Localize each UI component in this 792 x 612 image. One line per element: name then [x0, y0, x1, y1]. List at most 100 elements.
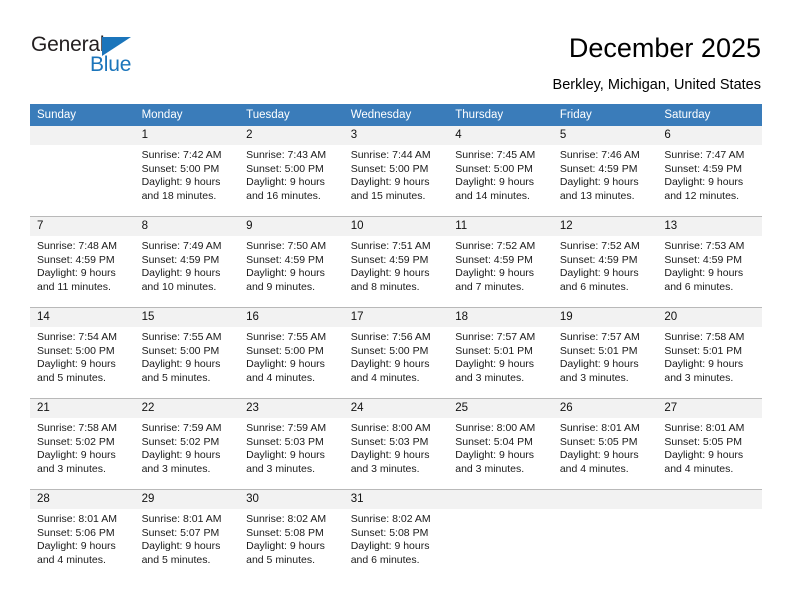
- sunset-text: Sunset: 4:59 PM: [350, 253, 429, 266]
- daylight-text-line2: and 3 minutes.: [350, 462, 420, 475]
- calendar-day-cell[interactable]: 28 Sunrise: 8:01 AM Sunset: 5:06 PM Dayligh…: [30, 490, 135, 580]
- calendar-day-cell[interactable]: 1 Sunrise: 7:42 AM Sunset: 5:00 PM Daylight…: [134, 126, 240, 217]
- sunrise-text: Sunrise: 8:00 AM: [455, 422, 536, 434]
- day-details: Sunrise: 8:01 AM Sunset: 5:06 PM Daylight:…: [30, 509, 135, 567]
- calendar-day-cell[interactable]: 13 Sunrise: 7:53 AM Sunset: 4:59 PM Dayligh…: [657, 217, 762, 308]
- day-number: 24: [343, 399, 449, 418]
- sunrise-text: Sunrise: 7:56 AM: [350, 331, 431, 343]
- sunrise-text: Sunrise: 7:48 AM: [37, 240, 117, 252]
- day-number: 4: [448, 126, 553, 145]
- calendar-day-cell[interactable]: 27 Sunrise: 8:01 AM Sunset: 5:05 PM Dayligh…: [657, 399, 762, 490]
- calendar-day-cell[interactable]: 10 Sunrise: 7:51 AM Sunset: 4:59 PM Dayligh…: [343, 217, 449, 308]
- sunset-text: Sunset: 5:08 PM: [350, 526, 429, 539]
- daylight-text-line1: Daylight: 9 hours: [559, 358, 639, 371]
- daylight-text-line1: Daylight: 9 hours: [141, 176, 221, 189]
- calendar-day-cell[interactable]: 29 Sunrise: 8:01 AM Sunset: 5:07 PM Dayligh…: [134, 490, 240, 580]
- sunset-text: Sunset: 5:00 PM: [141, 344, 220, 357]
- daylight-text-line1: Daylight: 9 hours: [141, 267, 221, 280]
- calendar-day-cell[interactable]: 4 Sunrise: 7:45 AM Sunset: 5:00 PM Daylight…: [448, 126, 553, 217]
- day-number: 18: [448, 308, 553, 327]
- day-number: 7: [30, 217, 135, 236]
- day-details: Sunrise: 7:48 AM Sunset: 4:59 PM Daylight:…: [30, 236, 135, 294]
- daylight-text-line2: and 3 minutes.: [559, 371, 629, 384]
- day-details: Sunrise: 7:50 AM Sunset: 4:59 PM Daylight:…: [239, 236, 344, 294]
- calendar-day-cell[interactable]: 17 Sunrise: 7:56 AM Sunset: 5:00 PM Dayligh…: [343, 308, 449, 399]
- daylight-text-line1: Daylight: 9 hours: [350, 267, 430, 280]
- calendar-day-cell[interactable]: 31 Sunrise: 8:02 AM Sunset: 5:08 PM Dayligh…: [343, 490, 449, 580]
- calendar-day-cell[interactable]: 16 Sunrise: 7:55 AM Sunset: 5:00 PM Dayligh…: [239, 308, 344, 399]
- calendar-day-cell[interactable]: 30 Sunrise: 8:02 AM Sunset: 5:08 PM Dayligh…: [239, 490, 344, 580]
- calendar-day-cell[interactable]: 14 Sunrise: 7:54 AM Sunset: 5:00 PM Dayligh…: [30, 308, 135, 399]
- daylight-text-line1: Daylight: 9 hours: [455, 176, 535, 189]
- calendar-day-cell[interactable]: 18 Sunrise: 7:57 AM Sunset: 5:01 PM Dayligh…: [448, 308, 553, 399]
- calendar-day-cell[interactable]: 6 Sunrise: 7:47 AM Sunset: 4:59 PM Daylight…: [657, 126, 762, 217]
- day-number: 13: [657, 217, 762, 236]
- sunset-text: Sunset: 5:07 PM: [141, 526, 220, 539]
- day-details: Sunrise: 8:02 AM Sunset: 5:08 PM Daylight:…: [344, 509, 449, 567]
- calendar-day-cell[interactable]: 24 Sunrise: 8:00 AM Sunset: 5:03 PM Dayligh…: [343, 399, 449, 490]
- sunrise-text: Sunrise: 7:59 AM: [246, 422, 327, 434]
- sunrise-text: Sunrise: 7:44 AM: [350, 149, 431, 161]
- calendar-day-cell[interactable]: 12 Sunrise: 7:52 AM Sunset: 4:59 PM Dayligh…: [552, 217, 658, 308]
- calendar-day-cell[interactable]: 19 Sunrise: 7:57 AM Sunset: 5:01 PM Dayligh…: [552, 308, 658, 399]
- sunset-text: Sunset: 5:02 PM: [141, 435, 220, 448]
- calendar-day-cell[interactable]: 26 Sunrise: 8:01 AM Sunset: 5:05 PM Dayligh…: [552, 399, 658, 490]
- daylight-text-line2: and 3 minutes.: [664, 371, 734, 384]
- sunrise-text: Sunrise: 7:50 AM: [246, 240, 327, 252]
- calendar-week-row: 28 Sunrise: 8:01 AM Sunset: 5:06 PM Dayligh…: [30, 490, 762, 580]
- calendar-week-row: 21 Sunrise: 7:58 AM Sunset: 5:02 PM Dayligh…: [30, 399, 762, 490]
- weekday-header-friday: Friday: [552, 104, 658, 126]
- daylight-text-line2: and 11 minutes.: [37, 280, 111, 293]
- daylight-text-line1: Daylight: 9 hours: [455, 449, 535, 462]
- calendar-day-cell[interactable]: 15 Sunrise: 7:55 AM Sunset: 5:00 PM Dayligh…: [134, 308, 240, 399]
- month-calendar-table: Sunday Monday Tuesday Wednesday Thursday…: [30, 104, 762, 580]
- day-details: Sunrise: 7:42 AM Sunset: 5:00 PM Daylight:…: [135, 145, 240, 203]
- calendar-day-cell[interactable]: 2 Sunrise: 7:43 AM Sunset: 5:00 PM Daylight…: [239, 126, 344, 217]
- page-header: General Blue December 2025 Berkley, Mich…: [0, 0, 792, 104]
- daylight-text-line1: Daylight: 9 hours: [350, 449, 430, 462]
- sunset-text: Sunset: 5:04 PM: [455, 435, 533, 448]
- day-details: Sunrise: 7:59 AM Sunset: 5:02 PM Daylight:…: [135, 418, 240, 476]
- calendar-day-cell[interactable]: 5 Sunrise: 7:46 AM Sunset: 4:59 PM Daylight…: [552, 126, 658, 217]
- day-details: Sunrise: 7:55 AM Sunset: 5:00 PM Daylight:…: [239, 327, 344, 385]
- sunset-text: Sunset: 4:59 PM: [246, 253, 324, 266]
- calendar-day-cell[interactable]: 11 Sunrise: 7:52 AM Sunset: 4:59 PM Dayligh…: [448, 217, 553, 308]
- sunset-text: Sunset: 5:02 PM: [37, 435, 115, 448]
- sunrise-text: Sunrise: 7:59 AM: [141, 422, 222, 434]
- sunrise-text: Sunrise: 7:58 AM: [664, 331, 745, 343]
- calendar-day-cell[interactable]: 20 Sunrise: 7:58 AM Sunset: 5:01 PM Dayligh…: [657, 308, 762, 399]
- sunrise-text: Sunrise: 7:55 AM: [141, 331, 222, 343]
- calendar-day-cell[interactable]: 22 Sunrise: 7:59 AM Sunset: 5:02 PM Dayligh…: [134, 399, 240, 490]
- day-details: Sunrise: 7:43 AM Sunset: 5:00 PM Daylight:…: [239, 145, 344, 203]
- day-details: Sunrise: 7:46 AM Sunset: 4:59 PM Daylight:…: [553, 145, 658, 203]
- daylight-text-line1: Daylight: 9 hours: [246, 540, 325, 553]
- weekday-header-thursday: Thursday: [448, 104, 553, 126]
- calendar-day-cell[interactable]: 25 Sunrise: 8:00 AM Sunset: 5:04 PM Dayligh…: [448, 399, 553, 490]
- day-details: Sunrise: 7:58 AM Sunset: 5:02 PM Daylight:…: [30, 418, 135, 476]
- daylight-text-line2: and 7 minutes.: [455, 280, 525, 293]
- day-details: Sunrise: 7:47 AM Sunset: 4:59 PM Daylight:…: [657, 145, 762, 203]
- calendar-day-cell[interactable]: 21 Sunrise: 7:58 AM Sunset: 5:02 PM Dayligh…: [30, 399, 135, 490]
- calendar-day-cell[interactable]: 8 Sunrise: 7:49 AM Sunset: 4:59 PM Daylight…: [134, 217, 240, 308]
- sunset-text: Sunset: 5:05 PM: [559, 435, 638, 448]
- calendar-day-cell-empty: [448, 490, 553, 580]
- calendar-day-cell[interactable]: 9 Sunrise: 7:50 AM Sunset: 4:59 PM Daylight…: [239, 217, 344, 308]
- day-number: 27: [657, 399, 762, 418]
- day-number: 12: [552, 217, 658, 236]
- day-details: Sunrise: 7:53 AM Sunset: 4:59 PM Daylight:…: [657, 236, 762, 294]
- daylight-text-line2: and 5 minutes.: [246, 553, 316, 566]
- daylight-text-line2: and 9 minutes.: [246, 280, 316, 293]
- day-details: Sunrise: 8:00 AM Sunset: 5:04 PM Daylight:…: [448, 418, 553, 476]
- sunset-text: Sunset: 5:00 PM: [141, 162, 220, 175]
- calendar-day-cell[interactable]: 3 Sunrise: 7:44 AM Sunset: 5:00 PM Daylight…: [343, 126, 449, 217]
- sunrise-text: Sunrise: 7:52 AM: [455, 240, 536, 252]
- sunset-text: Sunset: 5:00 PM: [37, 344, 115, 357]
- daylight-text-line1: Daylight: 9 hours: [559, 267, 639, 280]
- sunrise-text: Sunrise: 8:01 AM: [559, 422, 640, 434]
- calendar-day-cell[interactable]: 23 Sunrise: 7:59 AM Sunset: 5:03 PM Dayligh…: [239, 399, 344, 490]
- daylight-text-line2: and 12 minutes.: [664, 189, 740, 202]
- calendar-day-cell[interactable]: 7 Sunrise: 7:48 AM Sunset: 4:59 PM Daylight…: [30, 217, 135, 308]
- sunrise-text: Sunrise: 7:54 AM: [37, 331, 117, 343]
- daylight-text-line2: and 3 minutes.: [246, 462, 316, 475]
- daylight-text-line1: Daylight: 9 hours: [141, 449, 221, 462]
